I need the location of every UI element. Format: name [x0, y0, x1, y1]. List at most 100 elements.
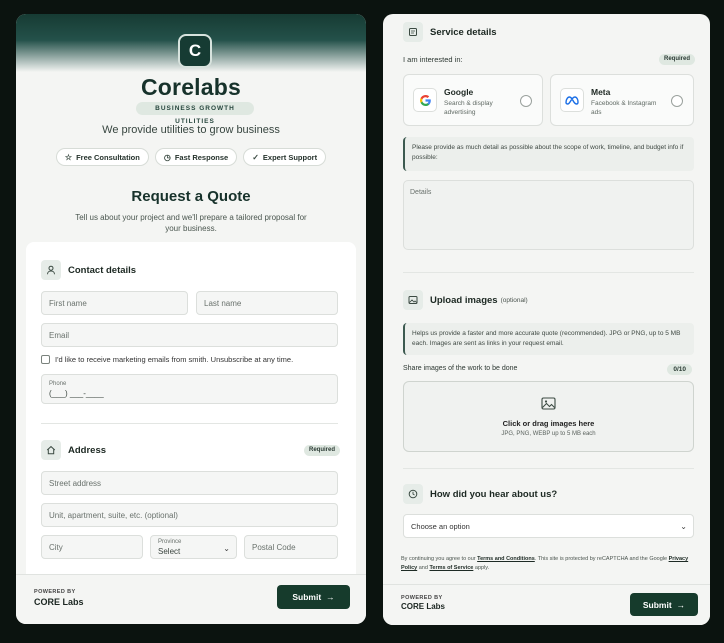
required-badge: Required	[659, 54, 696, 65]
chip-fast-response: ◷ Fast Response	[154, 148, 238, 166]
chevron-down-icon: ⌄	[680, 522, 687, 531]
legal-text-part: By continuing you agree to our	[401, 556, 478, 562]
service-note: Please provide as much detail as possibl…	[403, 137, 694, 171]
province-select[interactable]: Province Select ⌄	[150, 535, 237, 559]
service-section-title: Service details	[430, 26, 497, 38]
chip-label: Free Consultation	[76, 152, 140, 162]
logo-letter: C	[188, 41, 202, 60]
option-google-desc: Search & display advertising	[444, 100, 493, 116]
clock-icon: ◷	[163, 152, 171, 162]
submit-label: Submit	[642, 599, 672, 610]
clock-icon	[403, 484, 423, 504]
phone-field[interactable]: Phone (___) ___-____	[41, 374, 338, 404]
option-meta[interactable]: Meta Facebook & Instagram ads	[550, 74, 694, 126]
referral-select[interactable]: Choose an option ⌄	[403, 514, 694, 538]
section-divider	[403, 468, 694, 469]
powered-by-brand: CORE Labs	[401, 602, 446, 611]
city-field[interactable]: City	[41, 535, 143, 559]
powered-by-label: POWERED BY	[34, 589, 76, 595]
phone-mask: (___) ___-____	[49, 388, 104, 398]
contact-section-header: Contact details	[41, 260, 136, 280]
brand-logo: C	[178, 34, 212, 68]
chip-label: Expert Support	[262, 152, 318, 162]
left-footer: POWERED BY CORE Labs Submit →	[16, 574, 366, 624]
unit-field[interactable]: Unit, apartment, suite, etc. (optional)	[41, 503, 338, 527]
upload-section-title: Upload images	[430, 294, 498, 306]
submit-button[interactable]: Submit →	[630, 593, 698, 616]
star-icon: ☆	[64, 152, 73, 162]
postal-code-field[interactable]: Postal Code	[244, 535, 338, 559]
dropzone-sub-text: JPG, PNG, WEBP up to 5 MB each	[501, 431, 596, 437]
section-divider	[41, 423, 338, 424]
tagline: We provide utilities to grow business	[102, 124, 280, 136]
marketing-consent-row[interactable]: I'd like to receive marketing emails fro…	[41, 355, 293, 364]
service-details-panel: Service details I am interested in: Requ…	[383, 14, 710, 625]
powered-by-label: POWERED BY	[401, 595, 443, 601]
arrow-right-icon: →	[326, 592, 335, 602]
legal-text-part: apply.	[473, 565, 490, 571]
right-footer: POWERED BY CORE Labs Submit →	[383, 584, 710, 625]
service-section-header: Service details	[403, 22, 497, 42]
phone-label: Phone	[49, 380, 67, 387]
meta-icon	[560, 88, 584, 112]
document-icon	[403, 22, 423, 42]
form-card: Contact details First name Last name Ema…	[26, 242, 356, 582]
legal-text-part: and	[417, 565, 430, 571]
image-icon	[403, 290, 423, 310]
upload-optional-label: (optional)	[500, 296, 528, 304]
marketing-consent-label: I'd like to receive marketing emails fro…	[55, 355, 294, 364]
share-images-label: Share images of the work to be done	[403, 365, 518, 372]
marketing-checkbox[interactable]	[41, 355, 50, 364]
arrow-right-icon: →	[676, 599, 686, 610]
referral-section-header: How did you hear about us?	[403, 484, 557, 504]
option-google-name: Google	[444, 87, 474, 97]
terms-of-service-link[interactable]: Terms of Service	[429, 565, 473, 571]
upload-note: Helps us provide a faster and more accur…	[403, 323, 694, 355]
option-meta-name: Meta	[591, 87, 611, 97]
google-icon	[413, 88, 437, 112]
legal-text-part: . This site is protected by reCAPTCHA an…	[534, 556, 669, 562]
province-value: Select	[158, 546, 181, 556]
chip-label: Fast Response	[174, 152, 229, 162]
brand-subtitle: BUSINESS GROWTH UTILITIES	[136, 102, 254, 125]
first-name-field[interactable]: First name	[41, 291, 188, 315]
quote-form-panel: C Corelabs BUSINESS GROWTH UTILITIES We …	[16, 14, 366, 624]
image-dropzone[interactable]: Click or drag images here JPG, PNG, WEBP…	[403, 381, 694, 452]
google-radio[interactable]	[520, 95, 532, 107]
required-badge: Required	[304, 445, 341, 456]
referral-section-title: How did you hear about us?	[430, 488, 558, 500]
chip-expert-support: ✓ Expert Support	[243, 148, 327, 166]
last-name-field[interactable]: Last name	[196, 291, 338, 315]
address-section-title: Address	[68, 444, 107, 456]
check-icon: ✓	[252, 152, 259, 162]
chevron-down-icon: ⌄	[223, 544, 230, 553]
referral-select-value: Choose an option	[411, 521, 470, 531]
address-section-header: Address	[41, 440, 106, 460]
user-icon	[41, 260, 61, 280]
terms-link[interactable]: Terms and Conditions	[477, 556, 535, 562]
home-icon	[41, 440, 61, 460]
email-field[interactable]: Email	[41, 323, 338, 347]
brand-name: Corelabs	[140, 74, 242, 100]
feature-chips: ☆ Free Consultation ◷ Fast Response ✓ Exper…	[16, 148, 366, 166]
image-counter-badge: 0/10	[667, 364, 692, 375]
image-upload-icon	[541, 397, 556, 413]
section-divider	[403, 272, 694, 273]
interest-label: I am interested in:	[403, 55, 463, 64]
legal-text: By continuing you agree to our Terms and…	[401, 555, 693, 573]
province-label: Province	[158, 538, 182, 545]
details-textarea[interactable]: Details	[403, 180, 694, 250]
quote-title: Request a Quote	[131, 188, 251, 205]
upload-section-header: Upload images (optional)	[403, 290, 528, 310]
quote-description: Tell us about your project and we'll pre…	[75, 213, 307, 233]
option-google[interactable]: Google Search & display advertising	[403, 74, 543, 126]
option-meta-desc: Facebook & Instagram ads	[591, 100, 657, 116]
chip-free-consultation: ☆ Free Consultation	[55, 148, 149, 166]
submit-button[interactable]: Submit →	[277, 585, 350, 609]
dropzone-main-text: Click or drag images here	[502, 419, 595, 428]
meta-radio[interactable]	[671, 95, 683, 107]
powered-by-brand: CORE Labs	[34, 597, 84, 607]
contact-section-title: Contact details	[68, 264, 137, 276]
submit-label: Submit	[292, 592, 322, 602]
street-address-field[interactable]: Street address	[41, 471, 338, 495]
